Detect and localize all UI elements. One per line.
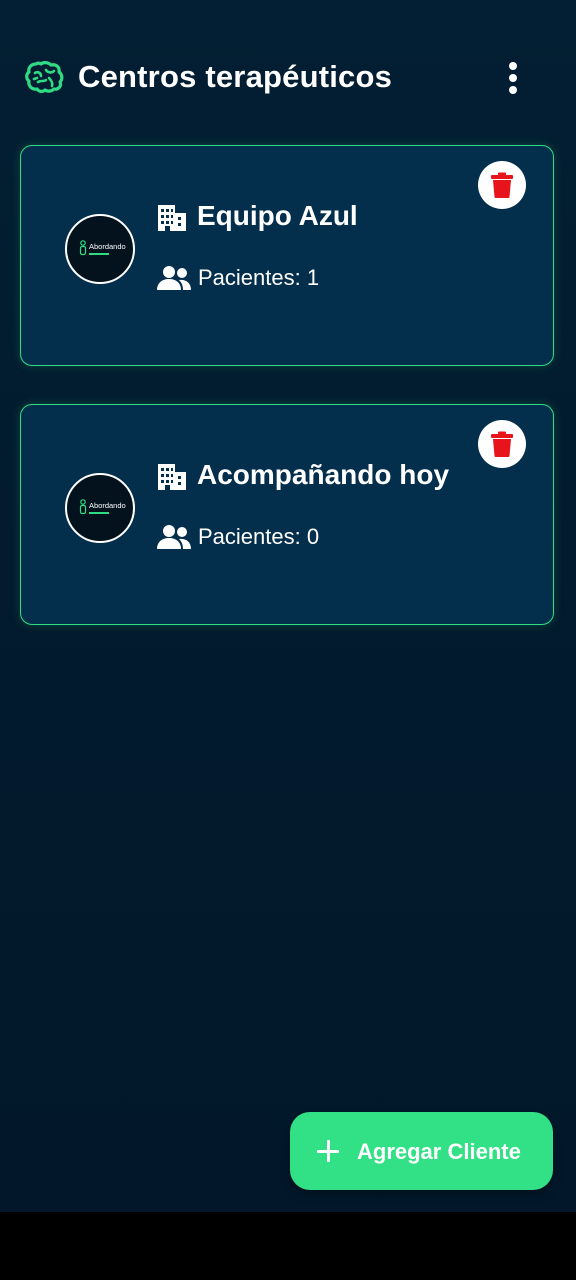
add-client-button[interactable]: Agregar Cliente bbox=[290, 1112, 553, 1190]
avatar-logo-text: Abordando bbox=[89, 242, 126, 251]
app-bar: Centros terapéuticos bbox=[0, 40, 576, 116]
avatar-logo-text: Abordando bbox=[89, 501, 126, 510]
center-name: Acompañando hoy bbox=[197, 459, 450, 490]
patients-count-text: Pacientes: 0 bbox=[198, 524, 319, 550]
logo-mark-icon bbox=[79, 499, 87, 515]
add-client-label: Agregar Cliente bbox=[357, 1139, 521, 1164]
plus-icon bbox=[317, 1140, 339, 1162]
center-name: Equipo Azul bbox=[197, 200, 358, 231]
building-icon bbox=[158, 464, 186, 490]
app-screen: Centros terapéuticos Abordando Equipo Az… bbox=[0, 0, 576, 1212]
avatar-logo-underline bbox=[89, 512, 109, 514]
trash-icon bbox=[491, 172, 513, 198]
patients-count: 1 bbox=[306, 265, 320, 290]
brain-icon bbox=[25, 61, 64, 93]
patients-label: Pacientes: bbox=[198, 524, 307, 549]
patients-count: 0 bbox=[306, 524, 320, 549]
logo-mark-icon bbox=[79, 240, 87, 256]
patients-count-text: Pacientes: 1 bbox=[198, 265, 319, 291]
trash-icon bbox=[491, 431, 513, 457]
avatar-logo-underline bbox=[89, 253, 109, 255]
users-icon bbox=[157, 266, 191, 290]
page-title: Centros terapéuticos bbox=[78, 59, 393, 94]
system-navigation-bar bbox=[0, 1212, 576, 1280]
center-avatar: Abordando bbox=[65, 473, 135, 543]
center-card[interactable]: Abordando Equipo Azul Pacientes: 1 bbox=[20, 145, 554, 366]
building-icon bbox=[158, 205, 186, 231]
delete-center-button[interactable] bbox=[478, 420, 526, 468]
more-vertical-icon[interactable] bbox=[498, 58, 530, 98]
patients-label: Pacientes: bbox=[198, 265, 307, 290]
center-card[interactable]: Abordando Acompañando hoy Pacientes: 0 bbox=[20, 404, 554, 625]
users-icon bbox=[157, 525, 191, 549]
center-avatar: Abordando bbox=[65, 214, 135, 284]
delete-center-button[interactable] bbox=[478, 161, 526, 209]
